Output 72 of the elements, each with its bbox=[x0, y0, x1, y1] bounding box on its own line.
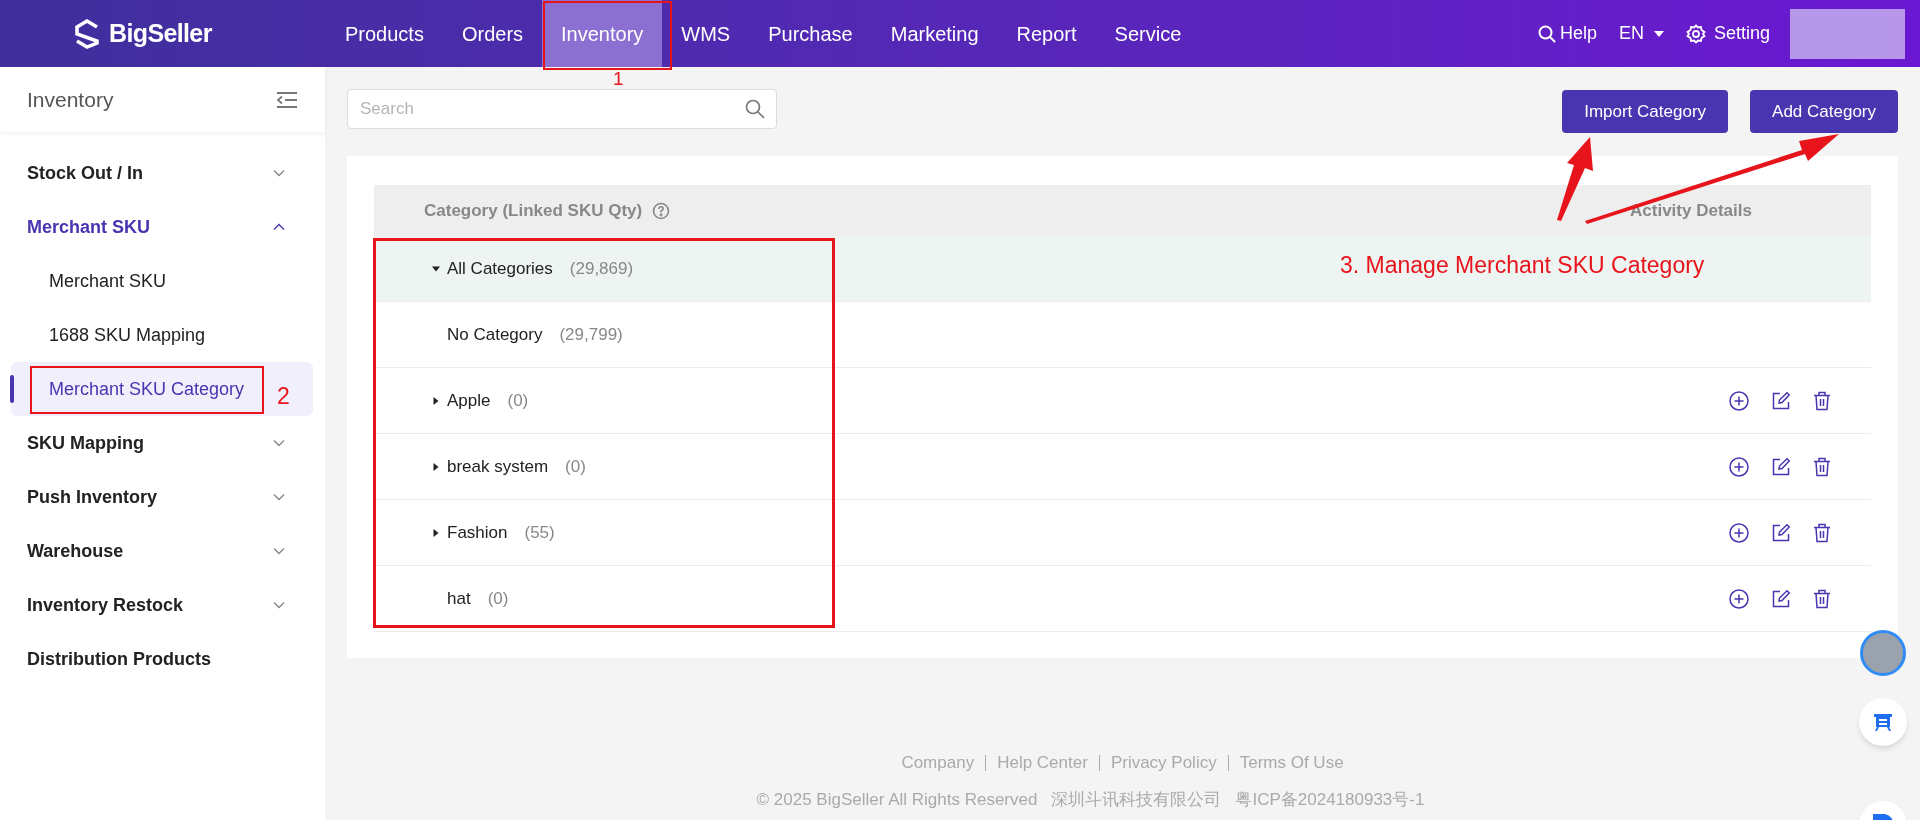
logo-text: BigSeller bbox=[109, 17, 212, 49]
sku-count: (0) bbox=[565, 455, 586, 478]
delete-icon[interactable] bbox=[1813, 456, 1831, 477]
delete-icon[interactable] bbox=[1813, 588, 1831, 609]
edit-icon[interactable] bbox=[1771, 588, 1791, 609]
support-avatar[interactable] bbox=[1860, 630, 1906, 676]
nav-tab[interactable]: Products bbox=[326, 0, 443, 67]
category-button[interactable]: Add Category bbox=[1750, 90, 1898, 133]
annotation-label: 1 bbox=[613, 69, 624, 88]
edit-icon[interactable] bbox=[1771, 522, 1791, 543]
column-header: Category (Linked SKU Qty) bbox=[424, 199, 643, 222]
sku-count: (29,869) bbox=[569, 257, 634, 280]
sku-count: (0) bbox=[487, 587, 509, 610]
add-circle-icon[interactable] bbox=[1729, 390, 1749, 411]
collapse-menu-icon[interactable] bbox=[276, 90, 298, 109]
caret-down-icon bbox=[1653, 30, 1664, 37]
board-icon bbox=[1872, 711, 1894, 733]
help-button[interactable]: Help bbox=[1537, 20, 1597, 47]
category-name: All Categories bbox=[447, 257, 553, 280]
add-circle-icon[interactable] bbox=[1729, 588, 1749, 609]
nav-tab[interactable]: Purchase bbox=[749, 0, 872, 67]
nav-tab[interactable]: Report bbox=[997, 0, 1096, 67]
annotation-label: 3. Manage Merchant SKU Category bbox=[1340, 251, 1705, 280]
nav-tab[interactable]: Orders bbox=[442, 0, 543, 67]
nav-tab[interactable]: Marketing bbox=[871, 0, 998, 67]
caret-down-icon[interactable] bbox=[432, 264, 440, 273]
nav-tab[interactable]: WMS bbox=[662, 0, 750, 67]
delete-icon[interactable] bbox=[1813, 522, 1831, 543]
setting-button[interactable]: Setting bbox=[1685, 20, 1770, 47]
chat-button[interactable] bbox=[1859, 698, 1907, 746]
sidebar-menu-item[interactable]: Warehouse bbox=[0, 524, 325, 578]
company-name: 深圳斗讯科技有限公司 bbox=[1051, 788, 1222, 811]
sidebar-menu-item[interactable]: Stock Out / In bbox=[0, 146, 325, 200]
language-select[interactable]: EN bbox=[1618, 20, 1664, 47]
sku-count: (55) bbox=[524, 521, 555, 544]
caret-right-icon[interactable] bbox=[432, 462, 440, 471]
sidebar-menu-item[interactable]: Distribution Products bbox=[0, 632, 325, 686]
sku-count: (0) bbox=[507, 389, 529, 412]
delete-icon[interactable] bbox=[1813, 390, 1831, 411]
annotation-label: 2 bbox=[277, 382, 290, 411]
copyright-text: © 2025 BigSeller All Rights Reserved bbox=[756, 788, 1038, 811]
settings-icon bbox=[1685, 23, 1706, 44]
sidebar-menu-item[interactable]: Merchant SKU bbox=[0, 200, 325, 254]
column-header: Activity Details bbox=[1630, 199, 1752, 222]
icp-number: 粤ICP备2024180933号-1 bbox=[1235, 788, 1425, 811]
nav-tab[interactable]: Service bbox=[1095, 0, 1201, 67]
nav-tab[interactable]: Inventory bbox=[542, 0, 663, 67]
category-name: Apple bbox=[447, 389, 491, 412]
add-circle-icon[interactable] bbox=[1729, 456, 1749, 477]
sidebar-submenu-item[interactable]: Merchant SKU bbox=[11, 254, 313, 308]
sidebar-menu-item[interactable]: Push Inventory bbox=[0, 470, 325, 524]
search-field[interactable]: Search bbox=[347, 89, 777, 129]
add-circle-icon[interactable] bbox=[1729, 522, 1749, 543]
category-name: break system bbox=[447, 455, 549, 478]
search-icon[interactable] bbox=[745, 99, 765, 119]
edit-icon[interactable] bbox=[1771, 456, 1791, 477]
sku-count: (29,799) bbox=[559, 323, 623, 346]
active-indicator bbox=[10, 375, 14, 403]
category-name: Fashion bbox=[447, 521, 508, 544]
category-name: hat bbox=[447, 587, 471, 610]
search-icon bbox=[1537, 24, 1556, 43]
sidebar-menu-item[interactable]: Inventory Restock bbox=[0, 578, 325, 632]
caret-right-icon[interactable] bbox=[432, 396, 440, 405]
category-button[interactable]: Import Category bbox=[1562, 90, 1729, 133]
caret-right-icon[interactable] bbox=[432, 528, 440, 537]
sidebar-submenu-item[interactable]: 1688 SKU Mapping bbox=[11, 308, 313, 362]
edit-icon[interactable] bbox=[1771, 390, 1791, 411]
sidebar-title: Inventory bbox=[27, 86, 114, 113]
help-circle-icon[interactable] bbox=[652, 201, 671, 220]
category-name: No Category bbox=[447, 323, 543, 346]
sidebar-menu-item[interactable]: SKU Mapping bbox=[0, 416, 325, 470]
logo-icon bbox=[73, 18, 101, 49]
